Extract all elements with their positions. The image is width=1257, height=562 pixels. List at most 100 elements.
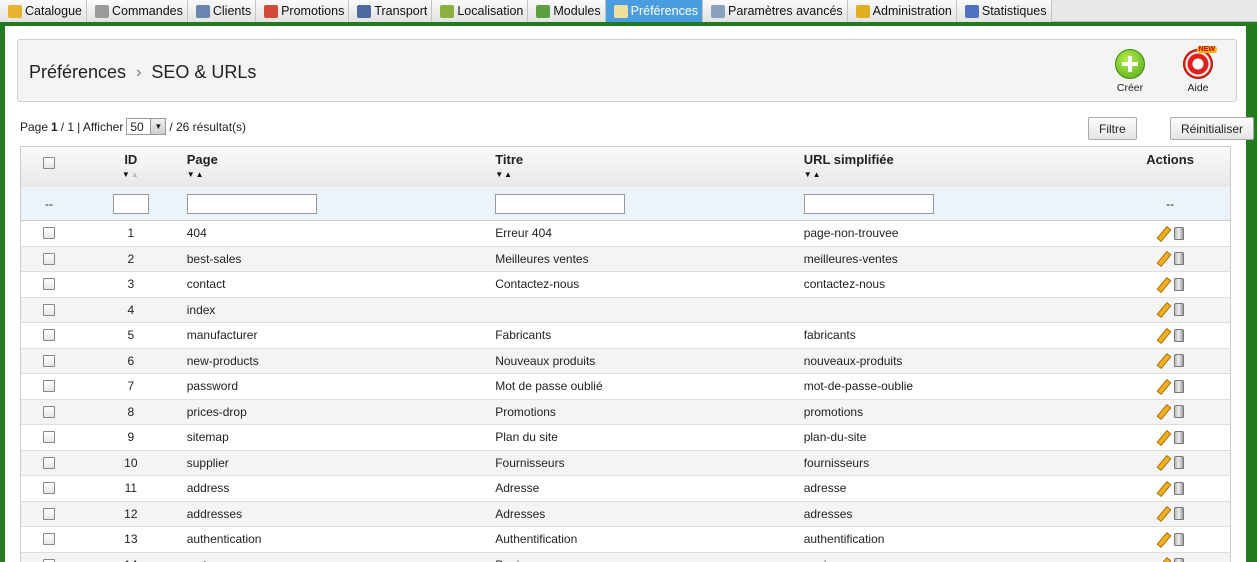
cell-url: meilleures-ventes: [803, 251, 898, 266]
tab-clients[interactable]: Clients: [187, 0, 257, 22]
page-header: Préférences › SEO & URLs Créer NEW Aide: [17, 39, 1237, 102]
row-checkbox[interactable]: [42, 303, 55, 316]
tab-label: Préférences: [630, 4, 699, 18]
row-checkbox[interactable]: [42, 456, 55, 469]
row-checkbox[interactable]: [42, 405, 55, 418]
delete-icon[interactable]: [1174, 532, 1185, 546]
delete-icon[interactable]: [1174, 379, 1185, 393]
edit-icon[interactable]: [1156, 329, 1169, 342]
cell-page: addresses: [186, 506, 243, 521]
table-row[interactable]: 9 sitemap Plan du site plan-du-site: [21, 425, 1230, 451]
delete-icon[interactable]: [1174, 405, 1185, 419]
tab-paramètres-avancés[interactable]: Paramètres avancés: [703, 0, 848, 22]
row-checkbox[interactable]: [42, 533, 55, 546]
tab-localisation[interactable]: Localisation: [432, 0, 529, 22]
tab-catalogue[interactable]: Catalogue: [0, 0, 87, 22]
edit-icon[interactable]: [1156, 227, 1169, 240]
cell-titre: Meilleures ventes: [495, 251, 589, 266]
table-row[interactable]: 5 manufacturer Fabricants fabricants: [21, 323, 1230, 349]
sort-arrows-icon[interactable]: ▼▲: [77, 170, 185, 179]
help-button[interactable]: NEW Aide: [1173, 46, 1223, 94]
table-row[interactable]: 7 password Mot de passe oublié mot-de-passe…: [21, 374, 1230, 400]
table-row[interactable]: 8 prices-drop Promotions promotions: [21, 399, 1230, 425]
cell-page: index: [186, 302, 216, 317]
edit-icon[interactable]: [1156, 456, 1169, 469]
tab-statistiques[interactable]: Statistiques: [956, 0, 1052, 22]
edit-icon[interactable]: [1156, 431, 1169, 444]
row-checkbox[interactable]: [42, 329, 55, 342]
tab-préférences[interactable]: Préférences: [605, 0, 704, 22]
edit-icon[interactable]: [1156, 507, 1169, 520]
delete-icon[interactable]: [1174, 354, 1185, 368]
sort-arrows-icon[interactable]: ▼▲: [187, 170, 493, 179]
breadcrumb-parent[interactable]: Préférences: [29, 62, 126, 83]
header-url: URL simplifiée: [803, 152, 894, 167]
row-checkbox[interactable]: [42, 482, 55, 495]
delete-icon[interactable]: [1174, 252, 1185, 266]
sort-arrows-icon[interactable]: ▼▲: [804, 170, 1110, 179]
reset-button[interactable]: Réinitialiser: [1170, 117, 1255, 140]
cell-url: adresses: [803, 506, 853, 521]
table-row[interactable]: 13 authentication Authentification authenti…: [21, 527, 1230, 553]
tab-promotions[interactable]: Promotions: [256, 0, 350, 22]
cell-id: 3: [127, 277, 135, 292]
row-checkbox[interactable]: [42, 227, 55, 240]
row-checkbox[interactable]: [42, 380, 55, 393]
delete-icon[interactable]: [1174, 481, 1185, 495]
lifebuoy-icon: NEW: [1183, 46, 1217, 79]
titre-filter-input[interactable]: [495, 193, 626, 214]
row-checkbox[interactable]: [42, 252, 55, 265]
tab-administration[interactable]: Administration: [847, 0, 957, 22]
table-row[interactable]: 1 404 Erreur 404 page-non-trouvee: [21, 221, 1230, 247]
table-row[interactable]: 10 supplier Fournisseurs fournisseurs: [21, 450, 1230, 476]
row-checkbox[interactable]: [42, 431, 55, 444]
delete-icon[interactable]: [1174, 277, 1185, 291]
tab-transport[interactable]: Transport: [349, 0, 433, 22]
edit-icon[interactable]: [1156, 252, 1169, 265]
table-row[interactable]: 14cartPanierpanier: [21, 552, 1230, 562]
tab-modules[interactable]: Modules: [528, 0, 606, 22]
url-filter-input[interactable]: [803, 193, 934, 214]
cell-id: 4: [127, 302, 135, 317]
edit-icon[interactable]: [1156, 405, 1169, 418]
header-page: Page: [186, 152, 218, 167]
new-badge: NEW: [1196, 46, 1217, 53]
seo-urls-table: ID ▼▲ Page ▼▲ Titre ▼▲ URL simplifiée ▼▲…: [20, 146, 1231, 562]
cell-id: 8: [127, 404, 135, 419]
delete-icon[interactable]: [1174, 226, 1185, 240]
id-filter-input[interactable]: [112, 193, 149, 214]
edit-icon[interactable]: [1156, 303, 1169, 316]
table-row[interactable]: 3 contact Contactez-nous contactez-nous: [21, 272, 1230, 298]
delete-icon[interactable]: [1174, 558, 1185, 562]
delete-icon[interactable]: [1174, 328, 1185, 342]
table-row[interactable]: 12 addresses Adresses adresses: [21, 501, 1230, 527]
row-checkbox[interactable]: [42, 354, 55, 367]
sort-arrows-icon[interactable]: ▼▲: [495, 170, 801, 179]
cell-titre: Contactez-nous: [495, 277, 580, 292]
edit-icon[interactable]: [1156, 482, 1169, 495]
delete-icon[interactable]: [1174, 430, 1185, 444]
per-page-select[interactable]: 50 ▼: [126, 118, 167, 135]
create-button[interactable]: Créer: [1105, 49, 1155, 94]
select-all-checkbox[interactable]: [42, 157, 55, 169]
table-row[interactable]: 6 new-products Nouveaux produits nouveaux-p…: [21, 348, 1230, 374]
tab-label: Catalogue: [25, 4, 82, 18]
edit-icon[interactable]: [1156, 533, 1169, 546]
edit-icon[interactable]: [1156, 558, 1169, 562]
filter-button[interactable]: Filtre: [1088, 117, 1137, 140]
row-checkbox[interactable]: [42, 278, 55, 291]
row-checkbox[interactable]: [42, 507, 55, 520]
edit-icon[interactable]: [1156, 354, 1169, 367]
tab-commandes[interactable]: Commandes: [87, 0, 188, 22]
delete-icon[interactable]: [1174, 456, 1185, 470]
edit-icon[interactable]: [1156, 380, 1169, 393]
table-row[interactable]: 11 address Adresse adresse: [21, 476, 1230, 502]
edit-icon[interactable]: [1156, 278, 1169, 291]
tab-label: Administration: [872, 4, 952, 18]
tab-label: Clients: [212, 4, 252, 18]
table-row[interactable]: 4 index: [21, 297, 1230, 323]
delete-icon[interactable]: [1174, 507, 1185, 521]
page-filter-input[interactable]: [186, 193, 317, 214]
delete-icon[interactable]: [1174, 303, 1185, 317]
table-row[interactable]: 2 best-sales Meilleures ventes meilleures-v…: [21, 246, 1230, 272]
